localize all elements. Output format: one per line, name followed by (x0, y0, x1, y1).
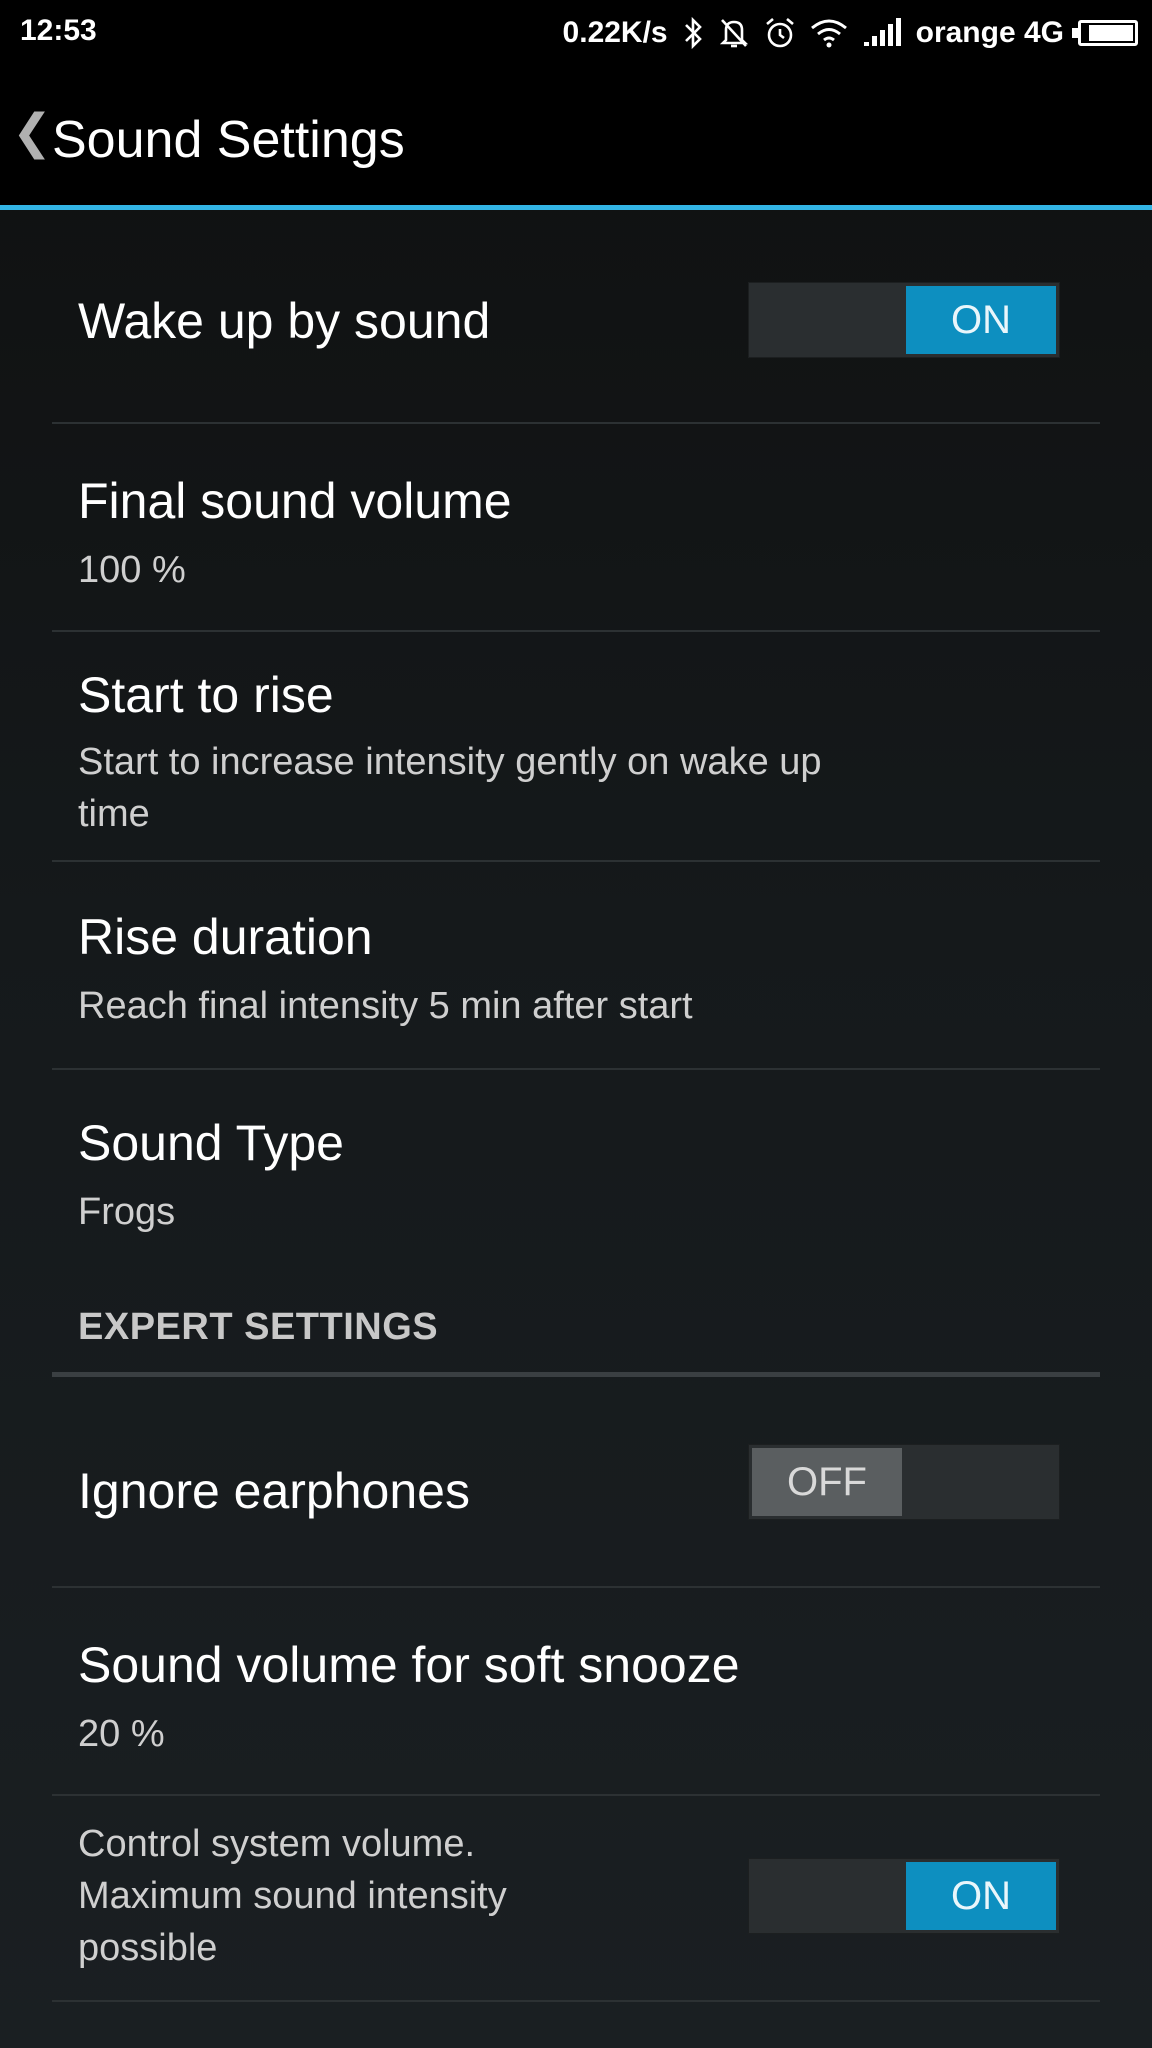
toggle-state: OFF (752, 1448, 902, 1516)
status-time: 12:53 (20, 14, 97, 47)
toggle-state: ON (906, 1862, 1056, 1930)
rise-duration-title: Rise duration (78, 909, 373, 965)
rise-duration-row[interactable]: Rise duration Reach final intensity 5 mi… (52, 862, 1100, 1068)
ignore-earphones-toggle[interactable]: OFF (748, 1444, 1060, 1520)
page-title[interactable]: Sound Settings (52, 110, 405, 170)
start-to-rise-row[interactable]: Start to rise Start to increase intensit… (52, 632, 1100, 860)
final-sound-volume-value: 100 % (78, 549, 186, 591)
rise-duration-summary: Reach final intensity 5 min after start (78, 985, 693, 1027)
sound-type-row[interactable]: Sound Type Frogs (52, 1070, 1100, 1260)
control-system-volume-toggle[interactable]: ON (748, 1858, 1060, 1934)
signal-icon (862, 18, 902, 48)
sound-type-value: Frogs (78, 1191, 176, 1233)
back-arrow-icon[interactable]: ❮ (12, 104, 52, 160)
wake-up-by-sound-toggle[interactable]: ON (748, 282, 1060, 358)
expert-settings-header: EXPERT SETTINGS (78, 1306, 439, 1348)
soft-snooze-volume-row[interactable]: Sound volume for soft snooze 20 % (52, 1588, 1100, 1794)
control-system-volume-line2: Maximum sound intensity (78, 1875, 507, 1917)
start-to-rise-title: Start to rise (78, 667, 334, 723)
soft-snooze-volume-title: Sound volume for soft snooze (78, 1637, 740, 1693)
wake-up-by-sound-row[interactable]: Wake up by sound ON (52, 212, 1100, 422)
carrier-label: orange 4G (915, 16, 1064, 49)
final-sound-volume-row[interactable]: Final sound volume 100 % (52, 424, 1100, 630)
net-speed: 0.22K/s (562, 16, 668, 49)
final-sound-volume-title: Final sound volume (78, 473, 512, 529)
mute-icon (718, 16, 750, 50)
toggle-state: ON (906, 286, 1056, 354)
alarm-icon (764, 16, 796, 50)
status-icons: 0.22K/s orange 4G (563, 10, 1138, 56)
section-divider (52, 1372, 1100, 1377)
start-to-rise-summary-line1: Start to increase intensity gently on wa… (78, 741, 822, 783)
divider (52, 2000, 1100, 2002)
battery-icon (1072, 20, 1138, 46)
wake-up-by-sound-title: Wake up by sound (78, 293, 491, 349)
wifi-icon (810, 17, 848, 49)
soft-snooze-volume-value: 20 % (78, 1713, 165, 1755)
ignore-earphones-title: Ignore earphones (78, 1463, 470, 1519)
control-system-volume-row[interactable]: Control system volume. Maximum sound int… (52, 1796, 1100, 2000)
control-system-volume-line3: possible (78, 1927, 218, 1969)
status-bar: 12:53 0.22K/s orange 4G (0, 0, 1152, 66)
ignore-earphones-row[interactable]: Ignore earphones OFF (52, 1378, 1100, 1586)
sound-type-title: Sound Type (78, 1115, 344, 1171)
start-to-rise-summary-line2: time (78, 793, 150, 835)
control-system-volume-line1: Control system volume. (78, 1823, 476, 1865)
action-bar: ❮ Sound Settings (0, 66, 1152, 210)
bluetooth-icon (682, 16, 704, 50)
